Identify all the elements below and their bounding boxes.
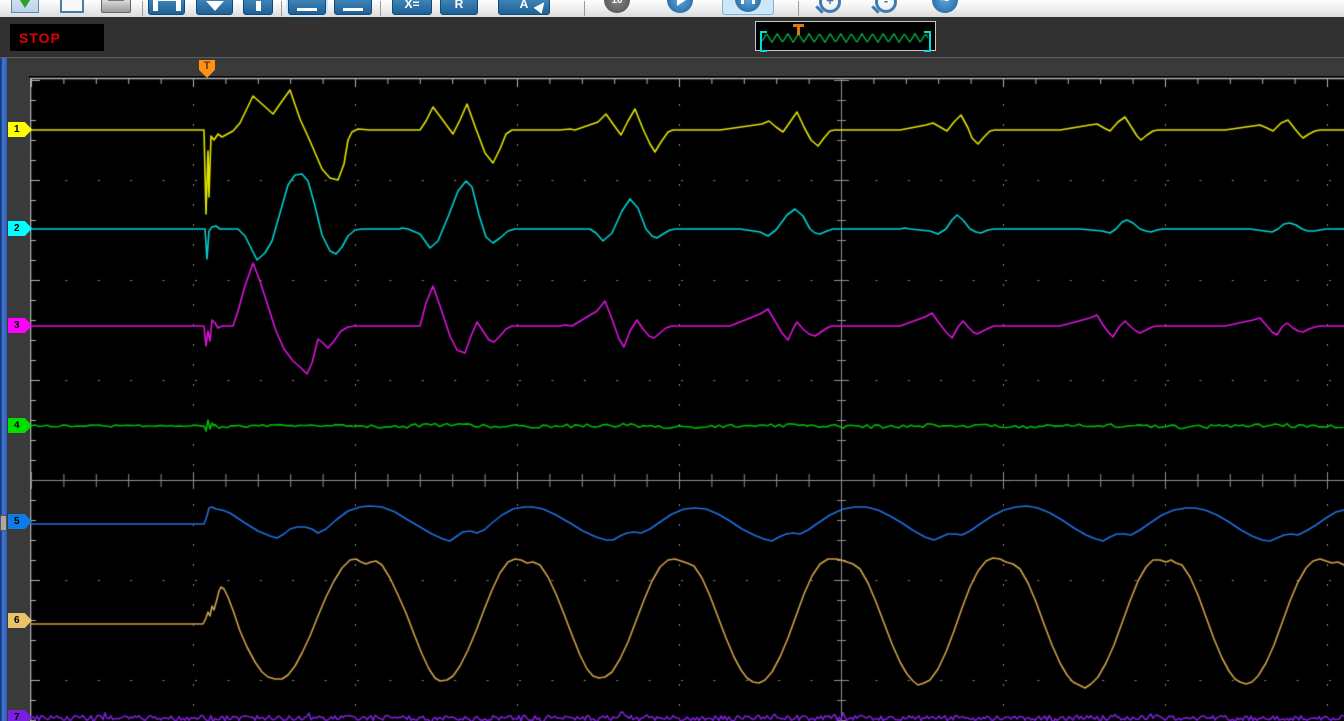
overview-trigger-stem <box>797 26 800 35</box>
save-button[interactable] <box>55 0 89 15</box>
run-button[interactable] <box>658 0 702 15</box>
overview-right-bracket-icon[interactable] <box>924 31 931 52</box>
separator-1 <box>142 1 143 16</box>
open-waveform-icon <box>11 0 39 13</box>
trigger-overview[interactable] <box>755 21 936 51</box>
decade-button[interactable]: 10 <box>596 0 638 15</box>
vertical-setup-button[interactable] <box>196 0 233 15</box>
layout-icon <box>343 0 363 11</box>
pillar-icon <box>256 1 261 11</box>
zoom-out-icon: - <box>875 0 897 13</box>
zoom-in-button[interactable]: + <box>808 0 852 15</box>
layout-overlay-button[interactable] <box>288 0 326 15</box>
toolbar: X= R A 10 + - ~ <box>0 0 1344 18</box>
layout-split-button[interactable] <box>334 0 372 15</box>
layout-icon <box>297 0 317 11</box>
overview-trigger-icon[interactable] <box>793 24 804 35</box>
printer-paper <box>108 0 124 1</box>
save-icon <box>60 0 84 13</box>
separator-3 <box>380 1 381 16</box>
waveform-plot-canvas[interactable] <box>29 76 1344 721</box>
overview-left-bracket-icon[interactable] <box>760 31 767 52</box>
separator-5 <box>798 1 799 16</box>
zoom-out-button[interactable]: - <box>864 0 908 15</box>
stop-button[interactable]: STOP <box>10 24 104 51</box>
oscilloscope-window: X= R A 10 + - ~ STOP T 1234567 <box>0 0 1344 721</box>
green-arrow-icon <box>16 0 34 8</box>
pause-button[interactable] <box>722 0 774 15</box>
splitter-grip[interactable] <box>0 515 7 531</box>
reference-button[interactable]: R <box>440 0 478 15</box>
separator-4 <box>584 1 585 16</box>
cursor-arrow-icon <box>534 0 549 14</box>
separator-2 <box>281 1 282 16</box>
trigger-overview-wave <box>756 22 935 50</box>
pause-icon <box>735 0 761 12</box>
ten-icon: 10 <box>604 0 630 13</box>
window-left-edge <box>0 58 7 721</box>
scope-display-area[interactable]: T 1234567 <box>0 57 1344 721</box>
play-icon <box>667 0 693 13</box>
zoom-in-icon: + <box>819 0 841 13</box>
pillars-icon <box>153 0 181 11</box>
auto-scroll-button[interactable]: ~ <box>922 0 968 15</box>
cursor-button[interactable]: A <box>498 0 550 15</box>
math-channel-button[interactable]: X= <box>392 0 432 15</box>
print-icon <box>101 0 131 13</box>
horizontal-setup-button[interactable] <box>148 0 185 15</box>
down-chevron-icon <box>206 1 224 11</box>
print-button[interactable] <box>97 0 135 15</box>
trigger-setup-button[interactable] <box>243 0 273 15</box>
open-waveform-button[interactable] <box>4 0 46 15</box>
control-bar: STOP <box>0 17 1344 57</box>
play-triangle <box>677 0 686 6</box>
wave-icon: ~ <box>932 0 958 13</box>
pause-bars <box>741 0 755 4</box>
